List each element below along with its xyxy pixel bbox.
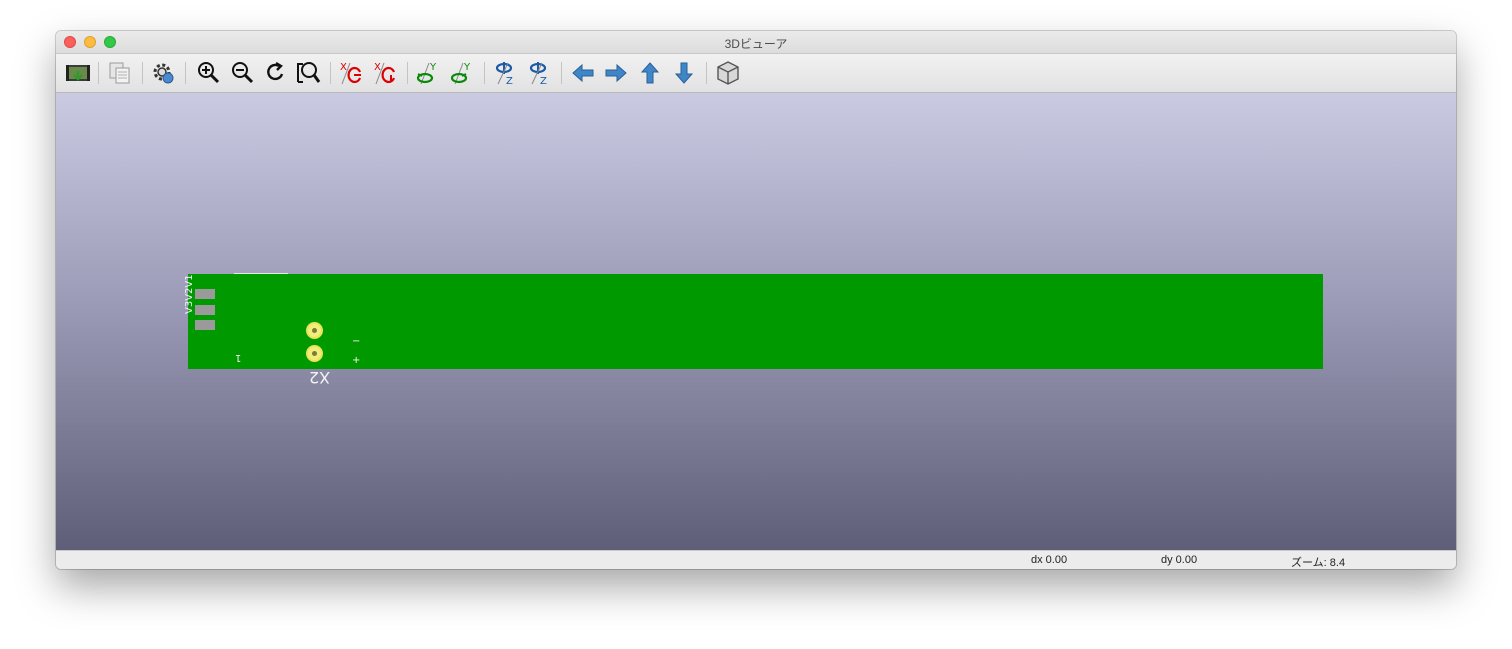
pad-3: [195, 320, 215, 330]
rotate-y-cw-icon: Y: [416, 62, 437, 85]
rotate-z-ccw-button[interactable]: Z: [525, 59, 553, 87]
zoom-out-icon: [232, 62, 254, 84]
status-dx: dx 0.00: [1031, 554, 1068, 566]
rotate-x-cw-icon: X: [340, 62, 362, 85]
zoom-out-button[interactable]: [228, 59, 256, 87]
svg-text:X: X: [340, 62, 347, 73]
rotate-y-cw-button[interactable]: Y: [414, 59, 442, 87]
silkscreen-plus: +: [352, 355, 361, 366]
rotate-y-ccw-icon: Y: [450, 62, 471, 85]
toolbar: X X Y Y Z Z: [56, 54, 1456, 93]
pan-up-icon: [640, 62, 660, 84]
pan-down-button[interactable]: [670, 59, 698, 87]
render-settings-button[interactable]: [149, 59, 177, 87]
redraw-icon: [267, 61, 284, 81]
pad-1: [195, 289, 215, 299]
viewer-window: 3Dビューア X X Y Y Z Z V3V2V1 1 − + X2 dx 0.…: [56, 31, 1456, 569]
render-settings-icon: [153, 63, 174, 84]
via-1: [306, 322, 323, 339]
rotate-y-ccw-button[interactable]: Y: [448, 59, 476, 87]
silkscreen-label-1: 1: [235, 352, 242, 363]
pan-left-button[interactable]: [569, 59, 597, 87]
rotate-z-cw-button[interactable]: Z: [491, 59, 519, 87]
copy-image-button[interactable]: [106, 59, 134, 87]
svg-text:X: X: [374, 62, 381, 73]
export-image-button[interactable]: [64, 59, 92, 87]
rotate-x-cw-button[interactable]: X: [337, 59, 365, 87]
export-image-icon: [66, 65, 90, 81]
window-title: 3Dビューア: [724, 37, 788, 51]
zoom-in-button[interactable]: [194, 59, 222, 87]
pan-right-icon: [605, 63, 627, 83]
rotate-z-ccw-icon: Z: [529, 62, 547, 86]
svg-text:Z: Z: [540, 76, 547, 86]
status-zoom: ズーム: 8.4: [1291, 557, 1346, 569]
redraw-button[interactable]: [261, 59, 289, 87]
status-dy: dy 0.00: [1161, 554, 1198, 566]
title-bar[interactable]: 3Dビューア: [56, 31, 1456, 54]
pcb-board: V3V2V1 1 − +: [184, 273, 1323, 369]
silkscreen-minus: −: [352, 336, 361, 347]
3d-viewport[interactable]: V3V2V1 1 − + X2: [56, 93, 1456, 550]
status-bar: dx 0.00 dy 0.00 ズーム: 8.4: [56, 550, 1456, 569]
rotate-x-ccw-icon: X: [374, 62, 396, 85]
svg-text:Y: Y: [429, 62, 437, 73]
board-edge-line: [234, 273, 288, 274]
zoom-fit-button[interactable]: [294, 59, 322, 87]
svg-text:Z: Z: [506, 76, 513, 86]
via-2: [306, 345, 323, 362]
svg-text:Y: Y: [463, 62, 471, 73]
ortho-view-button[interactable]: [714, 59, 742, 87]
pan-left-icon: [572, 63, 594, 83]
copy-image-icon: [109, 62, 130, 84]
rotate-x-ccw-button[interactable]: X: [371, 59, 399, 87]
pad-2: [195, 305, 215, 315]
rotate-z-cw-icon: Z: [495, 62, 513, 86]
pan-down-icon: [674, 62, 694, 84]
pan-right-button[interactable]: [602, 59, 630, 87]
zoom-fit-icon: [297, 62, 321, 83]
reference-designator: X2: [309, 368, 331, 387]
pan-up-button[interactable]: [636, 59, 664, 87]
ortho-view-icon: [717, 61, 739, 85]
silkscreen-pin-labels: V3V2V1: [184, 274, 195, 314]
zoom-in-icon: [198, 62, 220, 84]
